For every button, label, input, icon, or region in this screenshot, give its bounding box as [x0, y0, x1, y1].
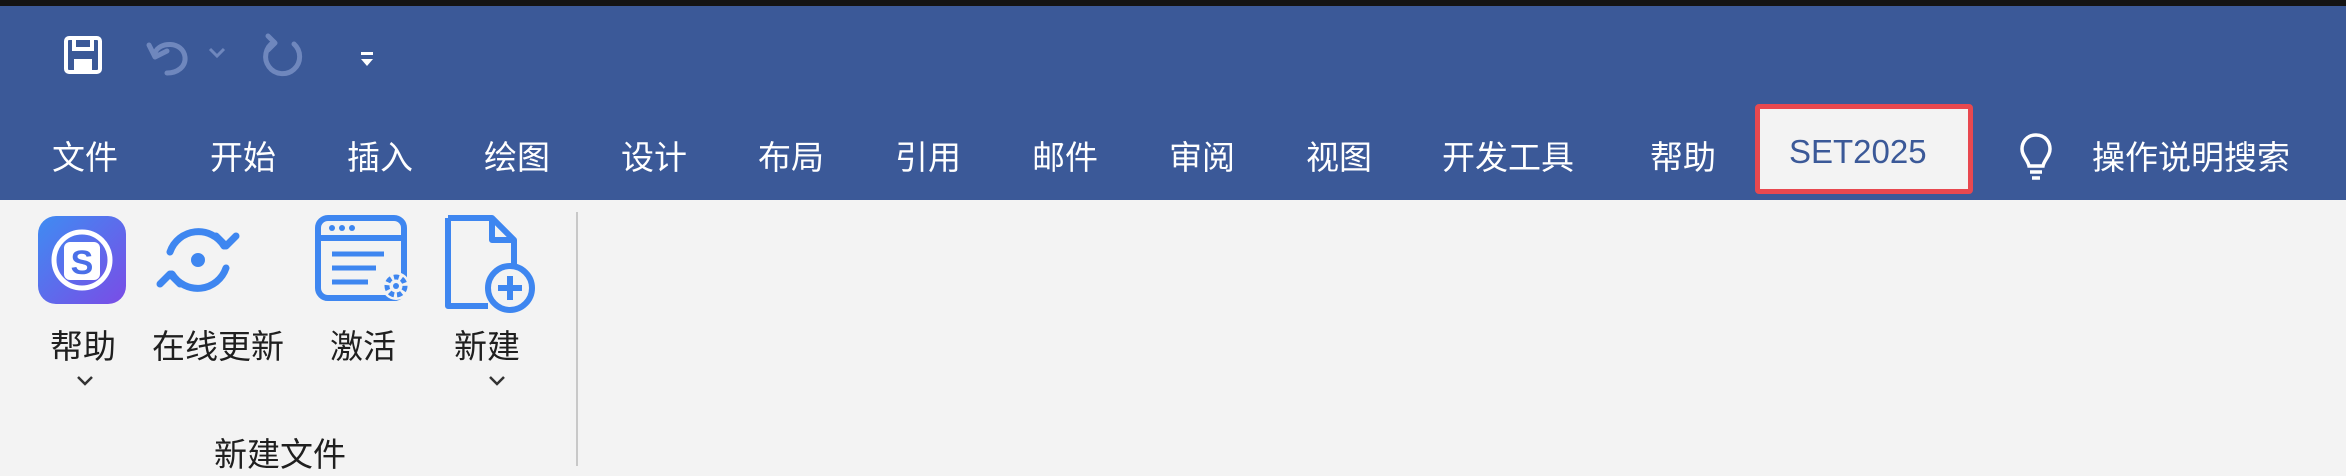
lightbulb-icon	[2020, 133, 2052, 180]
undo-dropdown-button[interactable]	[204, 40, 230, 66]
save-button[interactable]	[60, 32, 106, 78]
activate-label: 激活	[330, 327, 396, 366]
tab-home[interactable]: 开始	[210, 116, 276, 200]
tab-layout[interactable]: 布局	[758, 116, 824, 200]
online-update-label: 在线更新	[152, 327, 284, 366]
tab-design[interactable]: 设计	[621, 116, 687, 200]
tab-file[interactable]: 文件	[52, 116, 118, 200]
tab-set2025[interactable]: SET2025	[1789, 106, 1927, 190]
customize-qa-icon	[361, 52, 373, 66]
undo-dropdown-icon	[208, 47, 226, 59]
search-lightbulb[interactable]	[2014, 128, 2058, 186]
tab-insert[interactable]: 插入	[347, 116, 413, 200]
tab-review[interactable]: 审阅	[1169, 116, 1235, 200]
search-label[interactable]: 操作说明搜索	[2092, 116, 2290, 200]
new-file-icon	[445, 215, 535, 313]
tab-view[interactable]: 视图	[1306, 116, 1372, 200]
tab-references[interactable]: 引用	[895, 116, 961, 200]
tab-draw[interactable]: 绘图	[484, 116, 550, 200]
undo-button[interactable]	[144, 30, 194, 80]
undo-icon	[146, 42, 188, 76]
tab-developer[interactable]: 开发工具	[1442, 116, 1574, 200]
new-chevron-down-icon[interactable]	[487, 374, 507, 388]
ribbon-group-separator	[576, 212, 578, 466]
svg-text:S: S	[71, 244, 94, 282]
save-icon	[64, 36, 102, 74]
customize-quick-access-button[interactable]	[352, 44, 382, 74]
help-chevron-down-icon[interactable]	[75, 374, 95, 388]
activate-icon	[315, 215, 410, 301]
tab-mailings[interactable]: 邮件	[1032, 116, 1098, 200]
ribbon-group-label: 新建文件	[214, 435, 346, 474]
help-button-label: 帮助	[50, 327, 116, 366]
help-s-icon: S	[38, 216, 126, 304]
online-update-icon	[156, 228, 240, 292]
redo-button[interactable]	[258, 30, 308, 80]
tab-help[interactable]: 帮助	[1650, 116, 1716, 200]
redo-icon	[263, 33, 303, 77]
new-button-label: 新建	[454, 327, 520, 366]
